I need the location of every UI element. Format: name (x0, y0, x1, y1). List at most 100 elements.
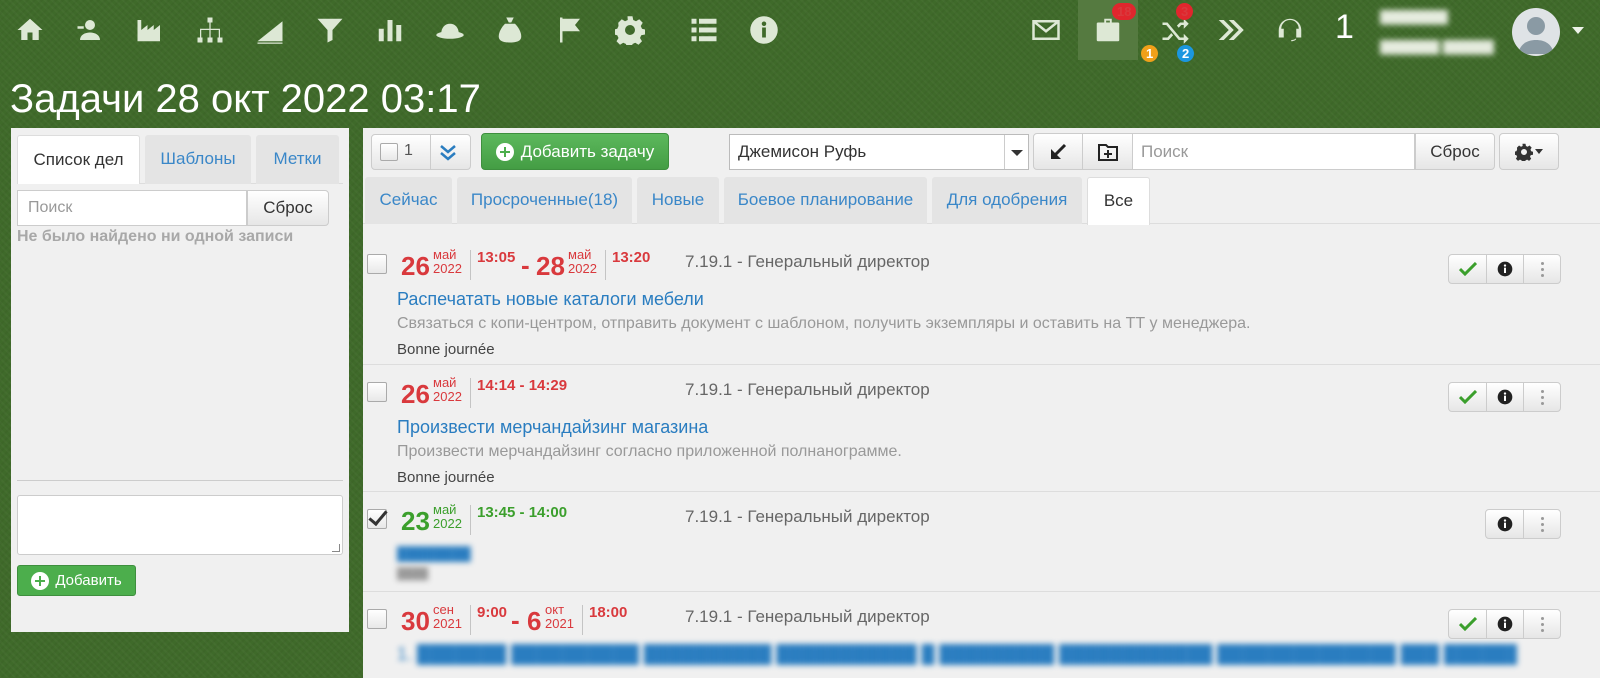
todo-tabs: Список дел Шаблоны Метки (17, 135, 343, 184)
info-icon[interactable] (1486, 255, 1523, 283)
select-all-checkbox[interactable] (380, 143, 398, 161)
info-icon[interactable] (1486, 383, 1523, 411)
tab-all[interactable]: Все (1087, 177, 1150, 225)
tasks-badge: 18 (1112, 3, 1137, 20)
start-month: май (433, 375, 457, 390)
task-assignee: 7.19.1 - Генеральный директор (685, 380, 930, 399)
tab-new[interactable]: Новые (637, 177, 719, 224)
task-tabs: Сейчас Просроченные(18) Новые Боевое пла… (363, 177, 1600, 225)
flag-icon[interactable] (552, 12, 588, 48)
mail-icon[interactable] (1026, 0, 1066, 60)
start-time: 13:05 (477, 249, 516, 266)
end-year: 2021 (545, 616, 574, 631)
task-checkbox[interactable] (367, 609, 387, 629)
todo-search-input[interactable]: Поиск (17, 190, 247, 226)
end-time: 18:00 (589, 604, 628, 621)
task-description: ████ (397, 568, 429, 580)
complete-check-icon[interactable] (1449, 255, 1486, 283)
tab-templates[interactable]: Шаблоны (145, 135, 251, 184)
import-button[interactable] (1033, 133, 1083, 170)
select-all-group: 1 (371, 134, 471, 170)
hat-icon[interactable] (432, 12, 468, 48)
tab-for-approval[interactable]: Для одобрения (932, 177, 1082, 224)
tab-tags[interactable]: Метки (256, 135, 339, 184)
home-icon[interactable] (12, 12, 48, 48)
more-vertical-icon[interactable] (1523, 510, 1560, 538)
user-select-value: Джемисон Руфь (738, 142, 867, 161)
selected-count: 1 (404, 142, 413, 159)
plus-circle-icon (495, 142, 514, 161)
task-search-input[interactable]: Поиск (1132, 133, 1415, 170)
double-chevron-right-icon[interactable] (1210, 0, 1250, 60)
separator (470, 505, 471, 535)
org-chart-icon[interactable] (192, 12, 228, 48)
headset-icon[interactable] (1270, 0, 1310, 60)
tab-todo-list[interactable]: Список дел (17, 135, 140, 184)
bar-chart-icon[interactable] (372, 12, 408, 48)
add-todo-button[interactable]: Добавить (17, 565, 136, 596)
double-chevron-down-icon[interactable] (438, 143, 458, 168)
tab-now[interactable]: Сейчас (365, 177, 452, 224)
date-dash: - (521, 250, 530, 280)
more-vertical-icon[interactable] (1523, 610, 1560, 638)
money-bag-icon[interactable] (492, 12, 528, 48)
task-assignee: 7.19.1 - Генеральный директор (685, 607, 930, 626)
todo-panel: Список дел Шаблоны Метки Поиск Сброс Не … (11, 128, 349, 632)
date-dash: - (511, 605, 520, 635)
start-day: 23 (401, 506, 430, 536)
avatar[interactable] (1512, 8, 1560, 56)
info-icon[interactable] (1486, 510, 1523, 538)
start-day: 26 (401, 379, 430, 409)
task-row: 30 сен 2021 9:00 - 6 окт 2021 18:00 7.19… (363, 592, 1600, 678)
task-title-link[interactable]: Распечатать новые каталоги мебели (397, 289, 704, 310)
list-icon[interactable] (686, 12, 722, 48)
time-range: 13:45 - 14:00 (477, 504, 568, 521)
gear-icon[interactable] (612, 12, 648, 48)
info-icon[interactable] (1486, 610, 1523, 638)
task-checkbox-checked[interactable] (367, 509, 387, 529)
separator (470, 378, 471, 408)
separator (582, 605, 583, 635)
chevron-down-icon[interactable] (1004, 135, 1028, 169)
settings-dropdown-button[interactable] (1499, 133, 1559, 170)
task-title-link[interactable]: ████████ (397, 546, 471, 561)
filter-icon[interactable] (312, 12, 348, 48)
task-title-link[interactable]: 1. ███████ ██████████ ██████████ ███████… (397, 644, 1517, 665)
task-actions (1448, 609, 1561, 639)
task-row: 26 май 2022 14:14 - 14:29 7.19.1 - Генер… (363, 365, 1600, 492)
task-row: 23 май 2022 13:45 - 14:00 7.19.1 - Генер… (363, 492, 1600, 592)
start-month: май (433, 502, 457, 517)
info-icon[interactable] (746, 12, 782, 48)
add-task-button[interactable]: Добавить задачу (481, 133, 669, 170)
new-folder-button[interactable] (1082, 133, 1133, 170)
more-vertical-icon[interactable] (1523, 255, 1560, 283)
start-day: 26 (401, 251, 430, 281)
start-day: 30 (401, 606, 430, 636)
user-select[interactable]: Джемисон Руфь (729, 134, 1029, 170)
resize-grip-icon[interactable] (332, 544, 340, 552)
task-title-link[interactable]: Произвести мерчандайзинг магазина (397, 417, 708, 438)
factory-icon[interactable] (132, 12, 168, 48)
complete-check-icon[interactable] (1449, 383, 1486, 411)
tab-overdue[interactable]: Просроченные(18) (457, 177, 632, 224)
todo-textarea[interactable] (17, 495, 343, 555)
tab-battle-planning[interactable]: Боевое планирование (724, 177, 927, 224)
task-checkbox[interactable] (367, 382, 387, 402)
more-vertical-icon[interactable] (1523, 383, 1560, 411)
add-contact-icon[interactable] (72, 12, 108, 48)
user-menu-caret-icon[interactable] (1572, 27, 1584, 34)
end-month: май (568, 247, 592, 262)
todo-reset-button[interactable]: Сброс (247, 190, 329, 226)
separator (470, 250, 471, 280)
task-checkbox[interactable] (367, 254, 387, 274)
caret-down-icon (1535, 149, 1543, 154)
sales-chart-icon[interactable] (252, 12, 288, 48)
tasks-panel: 1 Добавить задачу Джемисон Руфь Поиск Сб… (363, 128, 1600, 678)
counter-number: 1 (1335, 8, 1354, 46)
start-year: 2022 (433, 516, 462, 531)
task-reset-button[interactable]: Сброс (1415, 133, 1495, 170)
task-note: Bonne journée (397, 469, 495, 486)
user-name: ████████ (1380, 10, 1449, 24)
complete-check-icon[interactable] (1449, 610, 1486, 638)
page-title: Задачи 28 окт 2022 03:17 (10, 77, 481, 121)
